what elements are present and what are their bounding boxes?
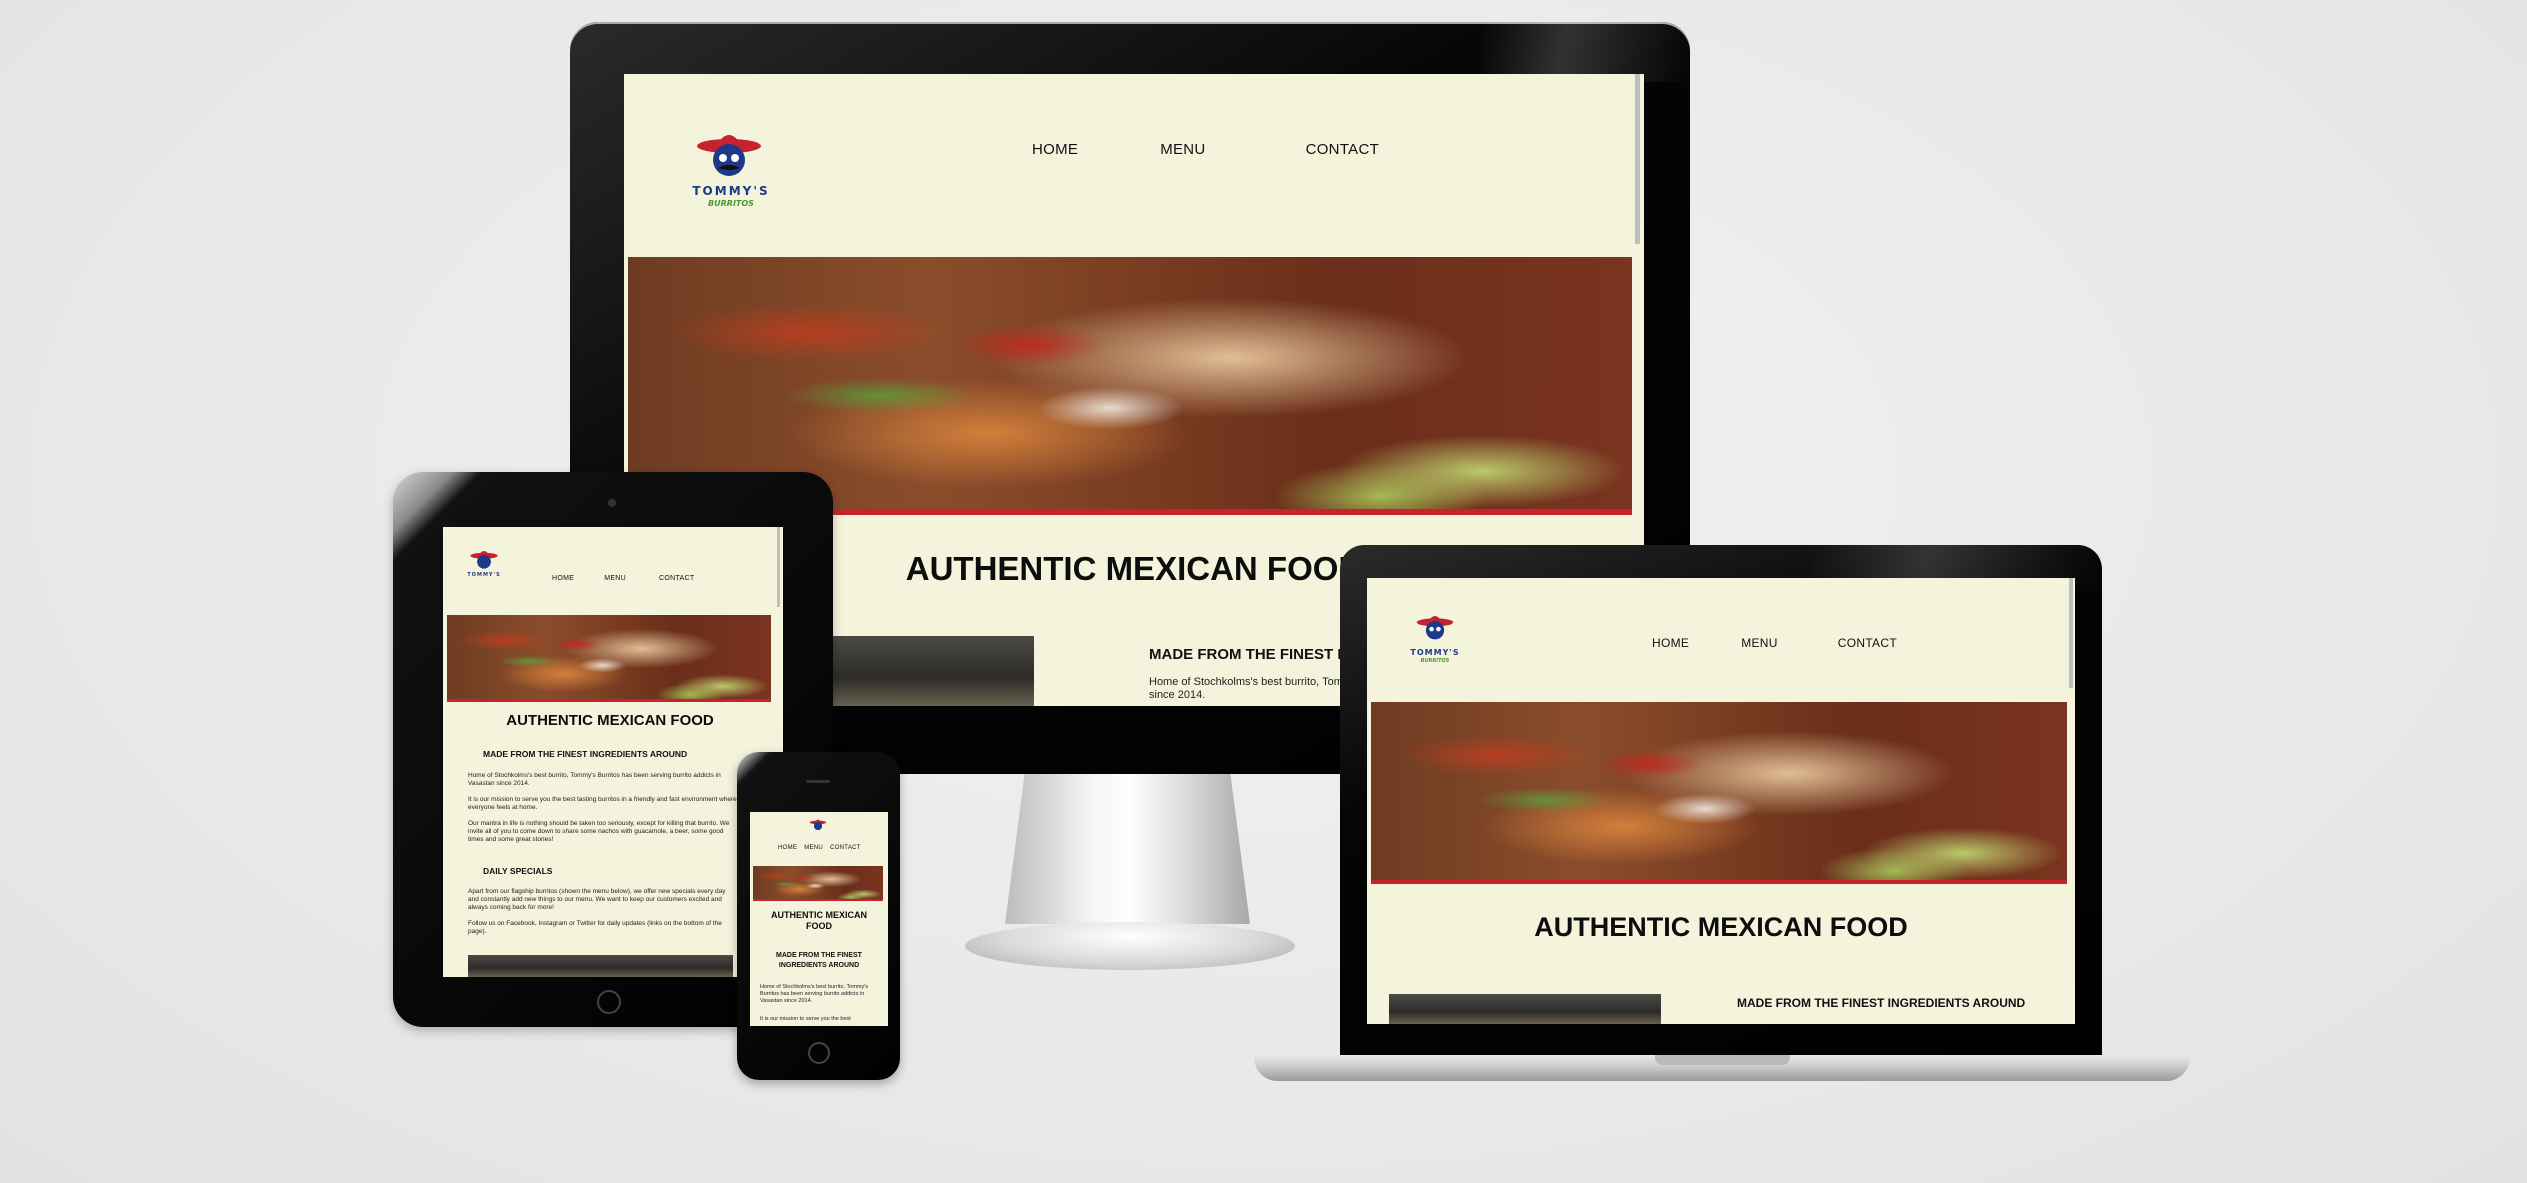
mission-text: It is our mission to serve you the best — [760, 1016, 851, 1022]
logo-text: TOMMY'S — [1410, 648, 1460, 657]
sombrero-logo-icon[interactable] — [1415, 610, 1455, 646]
follow-text: Follow us on Facebook, Instagram or Twit… — [468, 920, 722, 935]
laptop-screen: TOMMY'S BURRITOS HOME MENU CONTACT AUTHE… — [1367, 578, 2075, 1024]
specials-text: Apart from our flagship burritos (shown … — [468, 888, 726, 911]
food-photo-thumbnail — [1389, 994, 1661, 1024]
sombrero-logo-icon[interactable] — [469, 547, 499, 573]
nav-home-link[interactable]: HOME — [778, 845, 797, 851]
specials-title: DAILY SPECIALS — [483, 866, 553, 876]
laptop-notch — [1655, 1055, 1790, 1065]
tablet-home-button[interactable] — [597, 990, 621, 1014]
laptop-scrollbar[interactable] — [2069, 578, 2073, 688]
section-title: MADE FROM THE FINEST INGREDIENTS AROUND — [483, 749, 688, 759]
hero-burrito-image — [753, 866, 883, 901]
page-headline: AUTHENTIC MEXICAN FOOD — [1534, 912, 1908, 942]
section-title: MADE FROM THE FINEST INGREDIENTS AROUND — [750, 951, 888, 971]
monitor-base — [965, 922, 1295, 970]
nav-menu-link[interactable]: MENU — [604, 575, 626, 582]
main-nav: HOME MENU CONTACT — [1652, 636, 1897, 650]
desktop-scrollbar[interactable] — [1635, 74, 1640, 244]
headline-line-2: FOOD — [806, 921, 832, 931]
phone-earpiece — [806, 780, 830, 783]
section-title: MADE FROM THE FINEST INGREDIENTS AROUND — [1737, 996, 2026, 1010]
page-headline: AUTHENTIC MEXICAN FOOD — [506, 712, 714, 729]
section-title-line-1: MADE FROM THE FINEST — [776, 952, 862, 959]
nav-home-link[interactable]: HOME — [552, 575, 574, 582]
phone-home-button[interactable] — [808, 1042, 830, 1064]
page-headline: AUTHENTIC MEXICAN FOOD — [750, 910, 888, 932]
food-photo-thumbnail — [468, 955, 733, 977]
sombrero-logo-icon[interactable] — [694, 126, 764, 186]
monitor-gloss — [1480, 22, 1690, 82]
tablet-screen: TOMMY'S HOME MENU CONTACT AUTHENTIC MEXI… — [443, 527, 783, 977]
logo-text: TOMMY'S — [692, 184, 770, 198]
intro-text: Home of Stochkolms's best burrito, Tommy… — [468, 772, 721, 787]
nav-home-link[interactable]: HOME — [1032, 141, 1078, 158]
main-nav: HOME MENU CONTACT — [778, 845, 861, 851]
nav-home-link[interactable]: HOME — [1652, 636, 1689, 650]
nav-contact-link[interactable]: CONTACT — [1306, 141, 1379, 158]
tablet-scrollbar[interactable] — [777, 527, 780, 607]
main-nav: HOME MENU CONTACT — [552, 575, 694, 582]
mantra-text: Our mantra in life is nothing should be … — [468, 820, 730, 843]
hero-burrito-image — [1371, 702, 2067, 884]
nav-menu-link[interactable]: MENU — [804, 845, 823, 851]
food-photo-thumbnail — [824, 636, 1034, 706]
logo-subtext: BURRITOS — [1420, 658, 1450, 664]
hero-burrito-image — [447, 615, 771, 702]
phone-screen: HOME MENU CONTACT AUTHENTIC MEXICAN FOOD… — [750, 812, 888, 1026]
nav-contact-link[interactable]: CONTACT — [1838, 636, 1897, 650]
mission-text: It is our mission to serve you the best … — [468, 796, 737, 811]
nav-contact-link[interactable]: CONTACT — [830, 845, 861, 851]
logo-subtext: BURRITOS — [708, 199, 754, 208]
headline-line-1: AUTHENTIC MEXICAN — [771, 910, 867, 920]
logo-text: TOMMY'S — [467, 572, 501, 578]
nav-contact-link[interactable]: CONTACT — [659, 575, 694, 582]
main-nav: HOME MENU CONTACT — [1032, 141, 1379, 158]
monitor-stand — [1005, 774, 1250, 924]
nav-menu-link[interactable]: MENU — [1741, 636, 1778, 650]
page-headline: AUTHENTIC MEXICAN FOOD — [905, 550, 1363, 587]
tablet-camera — [608, 499, 616, 507]
nav-menu-link[interactable]: MENU — [1160, 141, 1205, 158]
sombrero-logo-icon[interactable] — [809, 817, 827, 833]
intro-text: Home of Stochkolms's best burrito, Tommy… — [760, 984, 869, 1004]
section-title-line-2: INGREDIENTS AROUND — [778, 962, 860, 969]
